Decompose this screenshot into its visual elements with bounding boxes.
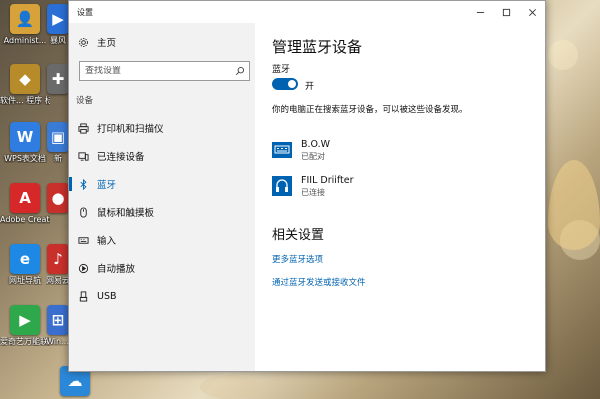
page-title: 管理蓝牙设备	[272, 38, 363, 56]
bluetooth-toggle-label: 蓝牙	[272, 65, 291, 75]
toggle-state-text: 开	[305, 82, 315, 92]
desktop-icon-new[interactable]: ▣ 新	[46, 122, 70, 163]
desktop-icon-music[interactable]: ♪ 网易云音乐	[46, 244, 70, 285]
sidebar-item-label: 蓝牙	[97, 180, 117, 191]
ie-icon: e	[10, 244, 40, 274]
headphones-icon	[272, 175, 292, 197]
app-icon: ▶	[10, 305, 40, 335]
gear-icon	[69, 37, 97, 48]
device-status: 已连接	[301, 187, 325, 197]
desktop-icon-red-app[interactable]: ●	[46, 183, 70, 213]
sidebar-item-input[interactable]: 输入	[69, 227, 255, 253]
sidebar-item-bluetooth[interactable]: 蓝牙	[69, 171, 255, 197]
app-icon: ●	[47, 183, 69, 213]
related-settings-title: 相关设置	[272, 228, 325, 243]
desktop-icon-wps[interactable]: W WPS表文档	[2, 122, 48, 163]
wallpaper-bokeh	[548, 40, 578, 70]
sidebar-item-autoplay[interactable]: 自动播放	[69, 255, 255, 281]
desktop-icon-storm[interactable]: ▶ 暴风	[46, 4, 70, 45]
sidebar-item-label: 鼠标和触摸板	[97, 208, 155, 219]
sidebar-item-label: USB	[97, 290, 117, 302]
desktop-icon-software[interactable]: ◆ 软件... 程序 标准版	[0, 64, 50, 105]
usb-icon	[69, 290, 97, 302]
more-bluetooth-options-link[interactable]: 更多蓝牙选项	[272, 253, 323, 265]
keyboard-icon	[69, 235, 97, 246]
wallpaper-flower	[548, 160, 600, 250]
sidebar-item-label: 输入	[97, 236, 117, 247]
wps-icon: W	[10, 122, 40, 152]
desktop-icon-ie[interactable]: e 网址导航	[2, 244, 48, 285]
device-status: 已配对	[301, 151, 325, 161]
search-box[interactable]	[79, 61, 250, 81]
settings-window: 设置 主页 设备 打印机和扫描仪	[68, 0, 546, 372]
sidebar-item-label: 自动播放	[97, 264, 136, 275]
app-icon: ◆	[10, 64, 40, 94]
app-icon: ⊞	[47, 305, 69, 335]
search-input[interactable]	[80, 66, 231, 76]
sidebar-item-label: 已连接设备	[97, 152, 145, 163]
minimize-button[interactable]	[467, 1, 493, 23]
desktop-icon-administrator[interactable]: 👤 Administ...	[2, 4, 48, 45]
maximize-button[interactable]	[493, 1, 519, 23]
main-content: 管理蓝牙设备 蓝牙 开 你的电脑正在搜索蓝牙设备，可以被这些设备发现。 B.O.…	[255, 23, 545, 371]
toggle-knob	[288, 80, 296, 88]
app-icon: ▶	[47, 4, 69, 34]
sidebar-item-mouse[interactable]: 鼠标和触摸板	[69, 199, 255, 225]
window-title: 设置	[77, 7, 93, 17]
search-icon[interactable]	[231, 66, 249, 76]
discovery-description: 你的电脑正在搜索蓝牙设备，可以被这些设备发现。	[272, 105, 468, 115]
maximize-icon	[502, 8, 510, 16]
desktop-icon-adobe[interactable]: A Adobe Creati...	[0, 183, 50, 224]
connected-devices-icon	[69, 151, 97, 162]
adobe-icon: A	[10, 183, 40, 213]
app-icon: ♪	[47, 244, 69, 274]
sidebar: 主页 设备 打印机和扫描仪 已连接设备 蓝牙	[69, 23, 255, 371]
wallpaper-bokeh	[200, 375, 260, 399]
minimize-icon	[476, 11, 484, 13]
close-icon	[528, 8, 536, 16]
sidebar-item-printers[interactable]: 打印机和扫描仪	[69, 115, 255, 141]
title-bar[interactable]: 设置	[69, 1, 545, 23]
device-name: B.O.W	[301, 138, 331, 150]
desktop-icon-iqiyi[interactable]: ▶ 爱奇艺万能联播	[0, 305, 50, 346]
mouse-icon	[69, 206, 97, 218]
keyboard-device-icon	[272, 139, 292, 161]
device-name: FIIL Driifter	[301, 174, 354, 186]
sidebar-item-usb[interactable]: USB	[69, 283, 255, 309]
sidebar-home-label: 主页	[97, 38, 117, 49]
active-indicator	[69, 177, 72, 191]
device-item-fiil[interactable]: FIIL Driifter 已连接	[272, 171, 472, 201]
send-receive-files-link[interactable]: 通过蓝牙发送或接收文件	[272, 276, 366, 288]
device-item-bow[interactable]: B.O.W 已配对	[272, 135, 472, 165]
app-icon: ▣	[47, 122, 69, 152]
bluetooth-icon	[69, 178, 97, 190]
sidebar-item-label: 打印机和扫描仪	[97, 124, 164, 135]
desktop-icon-game[interactable]: ✚	[46, 64, 70, 94]
autoplay-icon	[69, 263, 97, 274]
user-folder-icon: 👤	[10, 4, 40, 34]
sidebar-item-home[interactable]: 主页	[69, 29, 255, 55]
section-label-devices: 设备	[76, 96, 94, 106]
printer-icon	[69, 122, 97, 134]
close-button[interactable]	[519, 1, 545, 23]
sidebar-item-connected-devices[interactable]: 已连接设备	[69, 143, 255, 169]
bluetooth-toggle[interactable]	[272, 78, 298, 90]
gamepad-icon: ✚	[47, 64, 69, 94]
desktop-icon-windows[interactable]: ⊞ Win... Work...	[46, 305, 70, 346]
